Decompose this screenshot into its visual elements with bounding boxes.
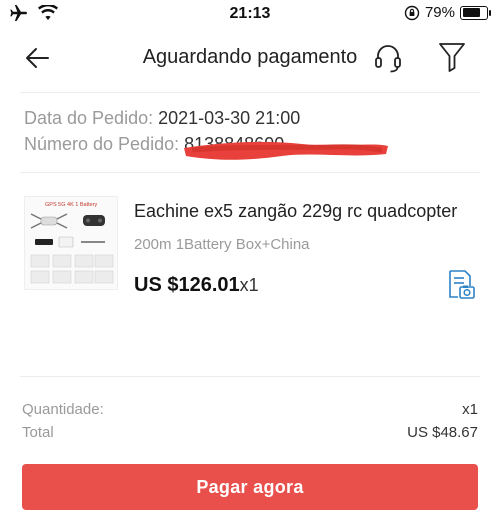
summary-total-value: US $48.67 [407, 424, 478, 441]
product-variant: 200m 1Battery Box+China [134, 236, 310, 253]
redaction-scribble [184, 141, 388, 160]
status-right: 79% [404, 4, 491, 21]
pay-now-button[interactable]: Pagar agora [22, 464, 478, 510]
divider [20, 172, 480, 173]
order-date-label: Data do Pedido: [24, 108, 154, 128]
product-price: US $126.01 [134, 274, 240, 296]
photo-document-icon[interactable] [444, 269, 476, 301]
battery-percent: 79% [424, 4, 455, 21]
divider [20, 376, 480, 377]
summary-total-label: Total [22, 424, 54, 441]
orientation-lock-icon [404, 5, 420, 20]
product-image-caption: GPS 5G 4K 1 Battery [45, 202, 98, 208]
order-number-label: Número do Pedido: [24, 134, 180, 154]
battery-level [462, 8, 481, 17]
summary-quantity-value: x1 [462, 401, 478, 418]
filter-icon[interactable] [436, 40, 468, 74]
accessories-grid [30, 254, 114, 284]
product-price-row: US $126.01x1 [134, 274, 259, 297]
summary-quantity-label: Quantidade: [22, 401, 104, 418]
battery-pack [35, 239, 53, 245]
order-date-value: 2021-03-30 21:00 [158, 108, 301, 128]
product-quantity: x1 [239, 275, 259, 295]
package-box [58, 236, 74, 248]
order-date-row: Data do Pedido: 2021-03-30 21:00 [24, 105, 300, 131]
product-title[interactable]: Eachine ex5 zangão 229g rc quadcopter [134, 201, 480, 222]
controller-icon [83, 215, 105, 226]
headset-support-icon[interactable] [373, 42, 403, 74]
summary-quantity-row: Quantidade: x1 [22, 401, 478, 418]
divider [20, 92, 480, 93]
product-image[interactable]: GPS 5G 4K 1 Battery [24, 196, 118, 290]
drone-icon [30, 213, 68, 229]
status-bar: 21:13 79% [0, 0, 500, 30]
nav-bar: Aguardando pagamento [0, 38, 500, 78]
battery-icon [460, 5, 491, 20]
page-title: Aguardando pagamento [142, 46, 358, 68]
summary-total-row: Total US $48.67 [22, 424, 478, 441]
